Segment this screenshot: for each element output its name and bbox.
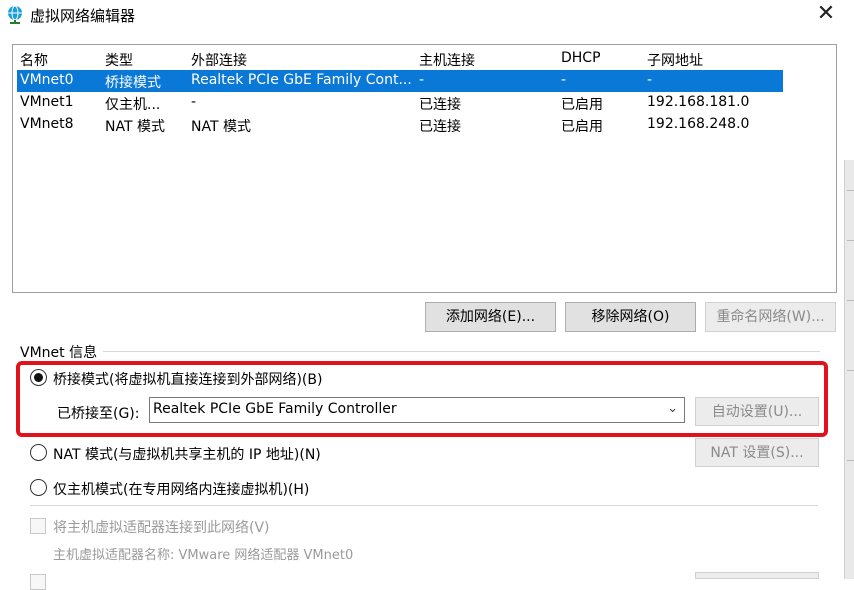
nat-mode-label[interactable]: NAT 模式(与虚拟机共享主机的 IP 地址)(N): [53, 444, 321, 464]
background-window-edge: [844, 160, 854, 579]
window-title: 虚拟网络编辑器: [30, 7, 136, 25]
section-divider: [30, 505, 818, 506]
column-header-type[interactable]: 类型: [105, 50, 189, 70]
list-header: 名称 类型 外部连接 主机连接 DHCP 子网地址: [13, 48, 836, 70]
close-button[interactable]: ✕: [812, 0, 840, 30]
adapter-name-label: 主机虚拟适配器名称: VMware 网络适配器 VMnet0: [53, 548, 354, 563]
cell-external: -: [191, 94, 197, 110]
network-list[interactable]: 名称 类型 外部连接 主机连接 DHCP 子网地址 VMnet0 桥接模式 Re…: [12, 44, 837, 293]
remove-network-button[interactable]: 移除网络(O): [565, 302, 696, 332]
cell-external: NAT 模式: [191, 119, 251, 135]
hostonly-mode-label[interactable]: 仅主机模式(在专用网络内连接虚拟机)(H): [53, 479, 309, 499]
rename-network-button[interactable]: 重命名网络(W)...: [705, 302, 836, 332]
column-header-external[interactable]: 外部连接: [191, 50, 417, 70]
cell-name: VMnet1: [20, 94, 74, 110]
cell-host: 已连接: [419, 119, 461, 135]
cell-host: 已连接: [419, 97, 461, 113]
cell-subnet: -: [647, 72, 653, 88]
table-row[interactable]: VMnet8 NAT 模式 NAT 模式 已连接 已启用 192.168.248…: [13, 114, 836, 136]
cell-dhcp: 已启用: [561, 97, 603, 113]
cell-name: VMnet0: [20, 72, 74, 88]
add-network-button[interactable]: 添加网络(E)...: [425, 302, 556, 332]
column-header-name[interactable]: 名称: [20, 50, 104, 70]
connect-adapter-checkbox[interactable]: [30, 518, 46, 534]
column-header-dhcp[interactable]: DHCP: [561, 50, 645, 66]
vmnet-info-label: VMnet 信息: [20, 345, 98, 361]
cell-type: NAT 模式: [105, 119, 165, 135]
column-header-subnet[interactable]: 子网地址: [647, 50, 797, 70]
cell-dhcp: 已启用: [561, 119, 603, 135]
cell-external: Realtek PCIe GbE Family Cont...: [191, 72, 412, 88]
cell-dhcp: -: [561, 72, 567, 88]
table-row[interactable]: VMnet0 桥接模式 Realtek PCIe GbE Family Cont…: [13, 70, 836, 92]
group-divider: [103, 351, 820, 352]
close-icon: ✕: [816, 1, 836, 26]
dhcp-checkbox-partial[interactable]: [30, 574, 46, 590]
globe-network-icon: [8, 5, 22, 24]
cell-subnet: 192.168.181.0: [647, 94, 750, 110]
hostonly-mode-radio[interactable]: [30, 479, 47, 496]
cell-type: 仅主机...: [105, 97, 161, 113]
red-annotation-box: [16, 361, 828, 437]
cell-name: VMnet8: [20, 116, 74, 132]
partial-button[interactable]: [695, 572, 819, 579]
column-header-host[interactable]: 主机连接: [419, 50, 559, 70]
nat-mode-radio[interactable]: [30, 444, 47, 461]
cell-type: 桥接模式: [105, 75, 161, 91]
nat-settings-button[interactable]: NAT 设置(S)...: [695, 438, 819, 467]
cell-subnet: 192.168.248.0: [647, 116, 750, 132]
table-row[interactable]: VMnet1 仅主机... - 已连接 已启用 192.168.181.0: [13, 92, 836, 114]
cell-host: -: [419, 72, 425, 88]
title-bar: 虚拟网络编辑器 ✕: [0, 0, 854, 32]
connect-adapter-label[interactable]: 将主机虚拟适配器连接到此网络(V): [53, 517, 270, 537]
